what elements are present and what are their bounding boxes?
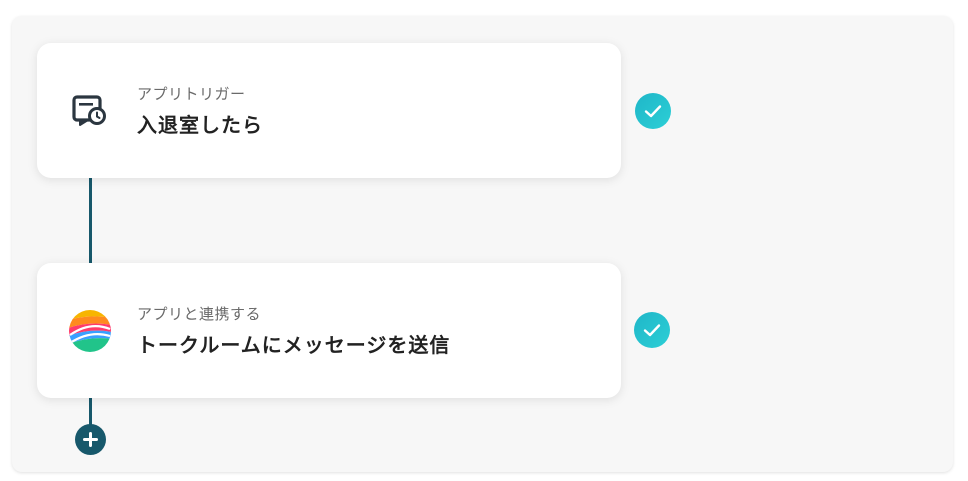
step-title: 入退室したら [137,113,263,137]
step-title: トークルームにメッセージを送信 [137,333,451,357]
step-connector-line [89,398,92,426]
add-step-button[interactable] [75,424,106,455]
flow-step-trigger-card[interactable]: アプリトリガー 入退室したら [37,43,621,178]
step-completed-check-icon [634,312,670,348]
entry-exit-trigger-icon [68,89,112,133]
step-connector-line [89,178,92,263]
step-completed-check-icon [635,93,671,129]
flow-step-action-card[interactable]: アプリと連携する トークルームにメッセージを送信 [37,263,621,398]
step-type-label: アプリトリガー [137,85,246,103]
chat-app-logo-icon [68,309,112,353]
step-type-label: アプリと連携する [137,305,262,323]
